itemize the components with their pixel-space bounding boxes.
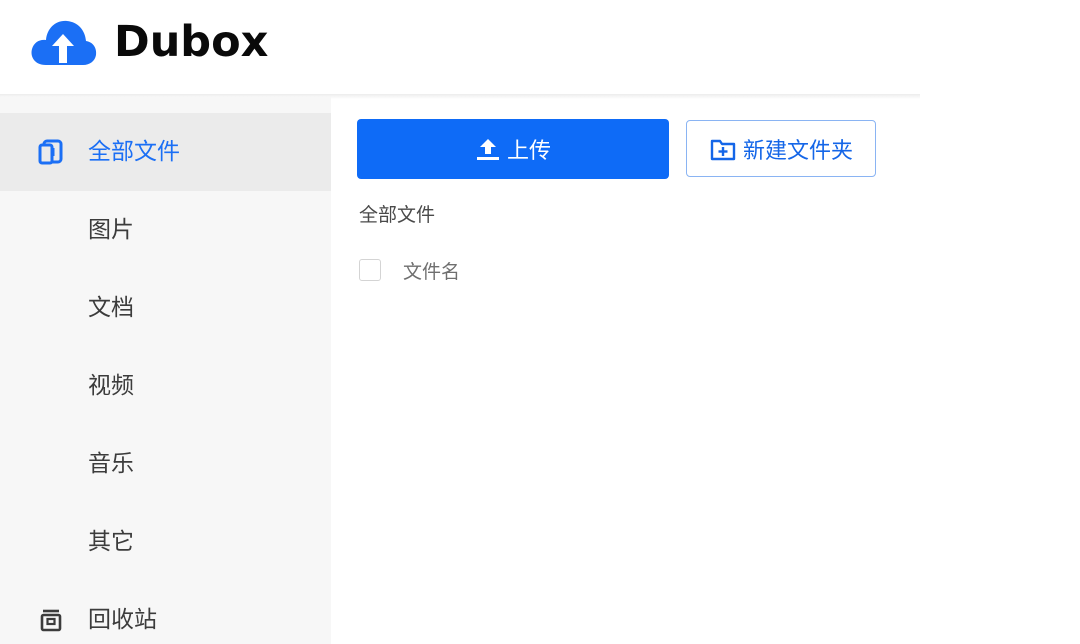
breadcrumb[interactable]: 全部文件 bbox=[359, 202, 435, 228]
select-all-checkbox[interactable] bbox=[359, 259, 381, 281]
sidebar-item-label: 图片 bbox=[88, 217, 134, 243]
all-files-icon bbox=[38, 139, 64, 165]
top-header: Dubox bbox=[0, 0, 1080, 94]
trash-icon bbox=[38, 607, 64, 633]
main-content: 上传 新建文件夹 全部文件 文件名 bbox=[331, 97, 1080, 644]
sidebar-item-videos[interactable]: 视频 bbox=[0, 347, 331, 425]
sidebar-item-images[interactable]: 图片 bbox=[0, 191, 331, 269]
sidebar-item-all-files[interactable]: 全部文件 bbox=[0, 113, 331, 191]
sidebar: 全部文件 图片 文档 视频 音乐 其它 回收站 bbox=[0, 97, 331, 644]
sidebar-item-label: 音乐 bbox=[88, 451, 134, 477]
new-folder-button[interactable]: 新建文件夹 bbox=[686, 120, 876, 177]
sidebar-item-label: 全部文件 bbox=[88, 139, 180, 165]
upload-icon bbox=[476, 139, 499, 160]
upload-button[interactable]: 上传 bbox=[357, 119, 669, 179]
new-folder-button-label: 新建文件夹 bbox=[742, 138, 853, 164]
logo[interactable]: Dubox bbox=[28, 14, 268, 70]
upload-button-label: 上传 bbox=[506, 139, 551, 164]
logo-text: Dubox bbox=[114, 17, 269, 67]
app-root: Dubox 全部文件 图片 文档 视频 音乐 其它 回收站 上传 新建文件夹 全… bbox=[0, 0, 1080, 644]
sidebar-item-label: 视频 bbox=[88, 373, 134, 399]
column-header-filename[interactable]: 文件名 bbox=[403, 257, 460, 284]
sidebar-item-label: 其它 bbox=[88, 529, 134, 555]
sidebar-item-label: 文档 bbox=[88, 295, 134, 321]
sidebar-item-other[interactable]: 其它 bbox=[0, 503, 331, 581]
sidebar-item-recycle-bin[interactable]: 回收站 bbox=[0, 581, 331, 644]
sidebar-item-documents[interactable]: 文档 bbox=[0, 269, 331, 347]
cloud-upload-logo-icon bbox=[31, 20, 97, 65]
new-folder-icon bbox=[710, 139, 736, 160]
sidebar-item-label: 回收站 bbox=[88, 607, 157, 633]
file-list-header: 文件名 bbox=[359, 257, 460, 283]
sidebar-item-music[interactable]: 音乐 bbox=[0, 425, 331, 503]
